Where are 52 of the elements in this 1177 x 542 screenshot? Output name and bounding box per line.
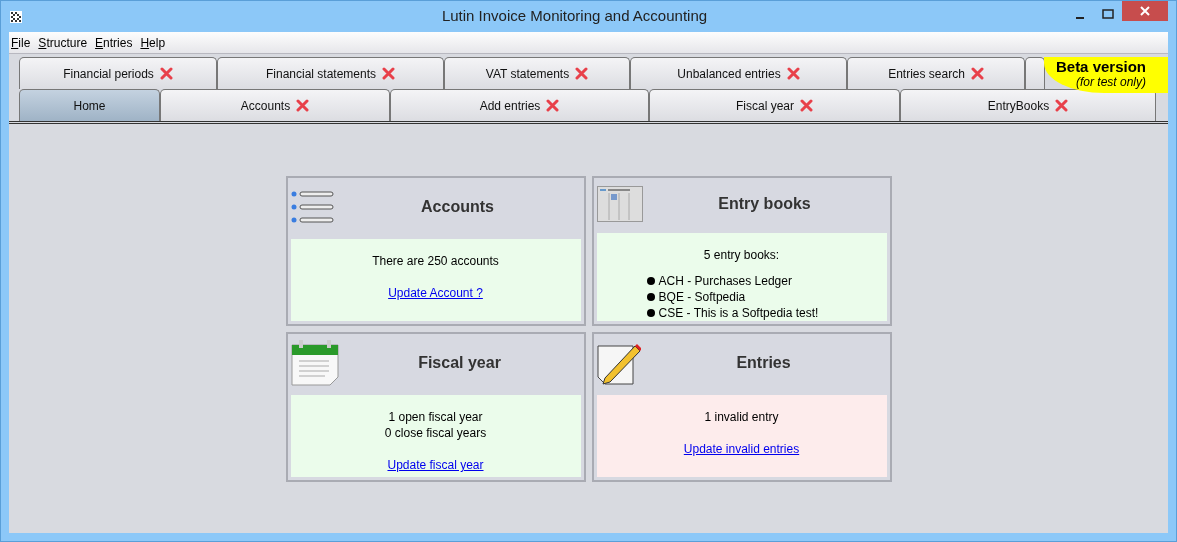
window-title: Lutin Invoice Monitoring and Accounting (440, 6, 709, 27)
beta-banner: Beta version (for test only) (1044, 57, 1168, 93)
close-tab-icon[interactable] (970, 67, 984, 80)
link[interactable]: Update invalid entries (683, 441, 800, 457)
list-item-text: ACH - Purchases Ledger (658, 273, 792, 289)
close-tab-icon[interactable] (382, 67, 396, 80)
body-text: 1 invalid entry (704, 409, 779, 425)
list-icon (290, 189, 335, 225)
close-tab-icon[interactable] (159, 67, 173, 80)
close-tab-icon[interactable] (786, 67, 800, 80)
list-item-text: CSE - This is a Softpedia test! (658, 305, 819, 321)
panel-title: Entries (735, 353, 792, 373)
tab[interactable]: Add entries (390, 89, 649, 121)
tab[interactable]: VAT statements (444, 57, 630, 89)
list-item-text: BQE - Softpedia (658, 289, 746, 305)
bullet-icon (646, 309, 655, 317)
calendar-icon (290, 339, 339, 387)
body-text: 0 close fiscal years (384, 425, 487, 441)
tab[interactable]: EntryBooks (900, 89, 1156, 121)
menu-item[interactable]: Entries (95, 33, 133, 52)
close-button[interactable] (1122, 1, 1168, 21)
panel-title: Fiscal year (417, 353, 502, 373)
close-tab-icon[interactable] (296, 99, 310, 112)
close-icon (1140, 6, 1150, 16)
body-text: 5 entry books: (703, 247, 780, 263)
tab[interactable]: Entries search (847, 57, 1025, 89)
tab[interactable]: Unbalanced entries (630, 57, 847, 89)
tab[interactable] (1025, 57, 1045, 89)
close-tab-icon[interactable] (546, 99, 560, 112)
menu-item[interactable]: Help (140, 33, 166, 52)
tab[interactable]: Financial statements (217, 57, 444, 89)
menu-item[interactable]: File (11, 33, 31, 52)
tab[interactable]: Financial periods (19, 57, 217, 89)
tab[interactable]: Accounts (160, 89, 390, 121)
app-icon (9, 9, 23, 24)
body-text: There are 250 accounts (372, 253, 499, 269)
link[interactable]: Update fiscal year (387, 457, 484, 473)
bullet-icon (646, 293, 655, 301)
minimize-icon (1076, 17, 1084, 19)
body-text: 1 open fiscal year (388, 409, 483, 425)
close-tab-icon[interactable] (575, 67, 589, 80)
tab[interactable]: Fiscal year (649, 89, 900, 121)
close-tab-icon[interactable] (1055, 99, 1069, 112)
ledger-icon (596, 186, 643, 222)
menu-item[interactable]: Structure (38, 33, 88, 52)
panel-title: Entry books (717, 194, 812, 214)
tab[interactable]: Home (19, 89, 160, 121)
link[interactable]: Update Account ? (388, 285, 483, 301)
maximize-icon (1102, 9, 1114, 19)
close-tab-icon[interactable] (800, 99, 813, 112)
bullet-icon (646, 277, 655, 285)
panel-title: Accounts (420, 197, 495, 217)
